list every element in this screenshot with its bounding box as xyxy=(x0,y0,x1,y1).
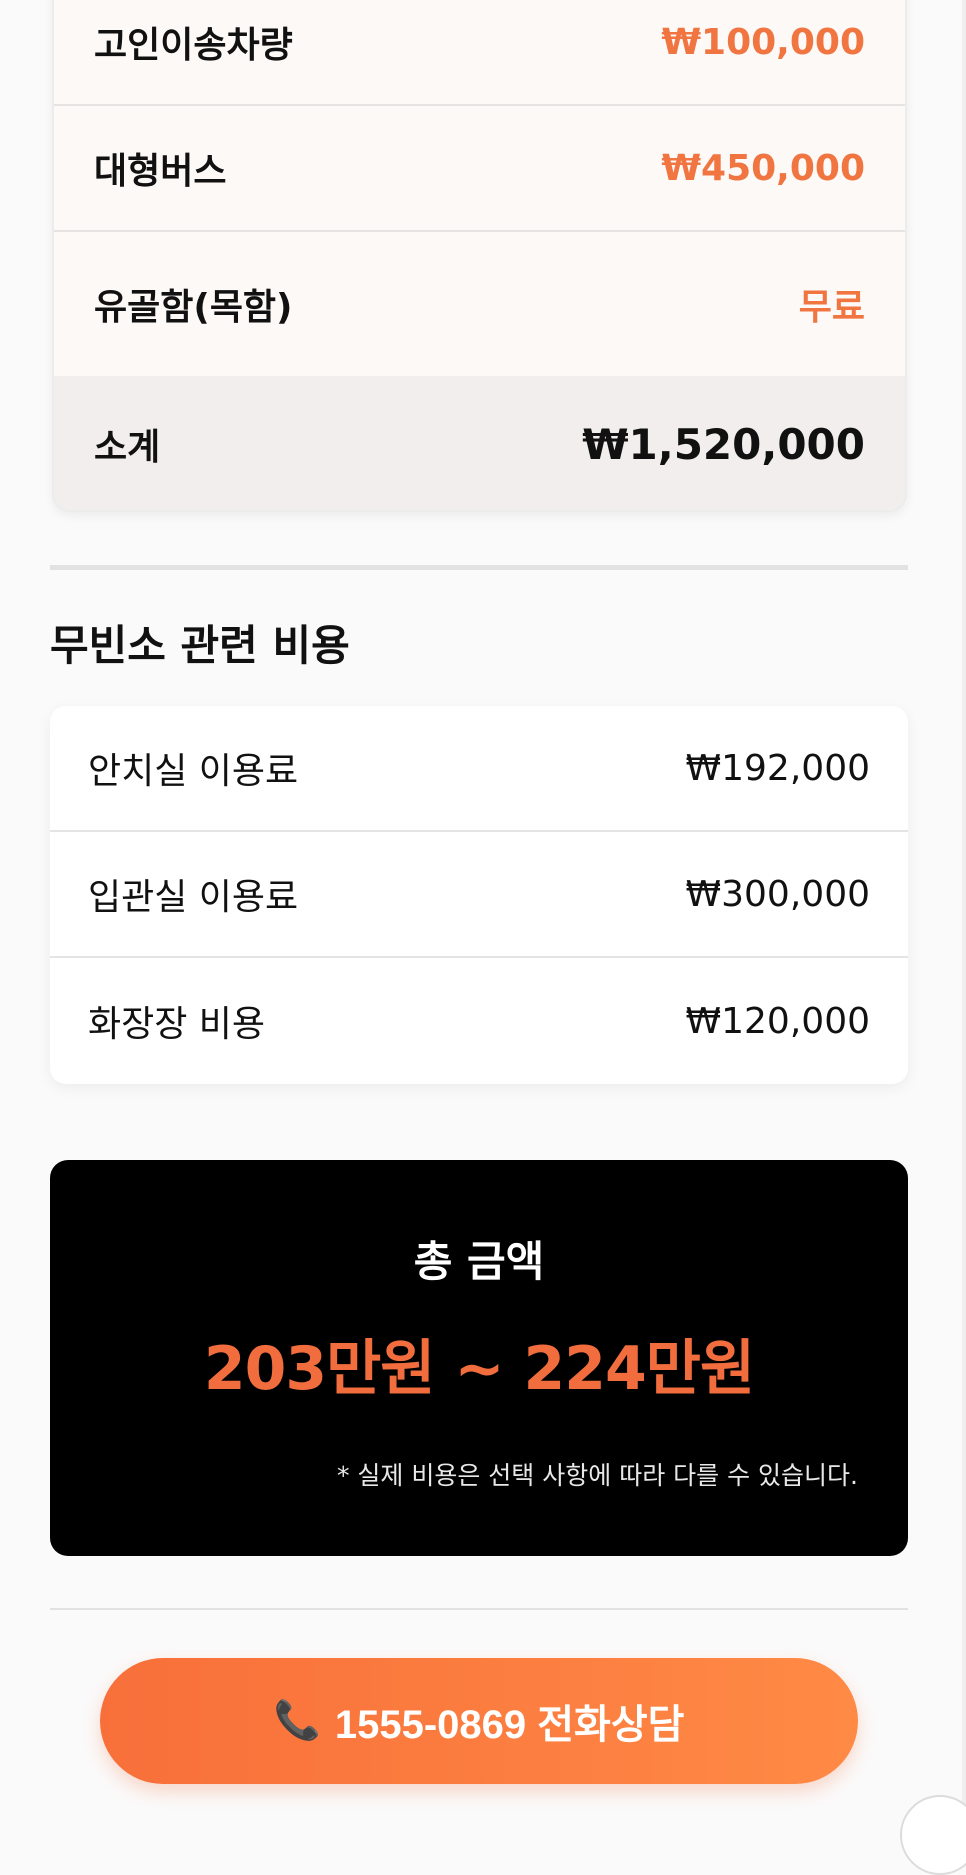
phone-icon: 📞 xyxy=(273,1700,321,1742)
fee-amount: ₩120,000 xyxy=(685,1000,870,1042)
total-title: 총 금액 xyxy=(413,1237,545,1286)
subtotal-row: 소계 ₩1,520,000 xyxy=(54,376,905,510)
fee-amount: ₩192,000 xyxy=(685,747,870,789)
fee-label: 화장장 비용 xyxy=(88,1004,266,1045)
phone-consult-button[interactable]: 📞 1555-0869 전화상담 xyxy=(100,1658,858,1784)
service-row-urn: 유골함(목함) 무료 xyxy=(54,232,905,376)
service-label: 유골함(목함) xyxy=(94,287,293,328)
total-range: 203만원 ~ 224만원 xyxy=(203,1334,755,1404)
subtotal-amount: ₩1,520,000 xyxy=(582,419,865,469)
service-row-transport-vehicle: 고인이송차량 ₩100,000 xyxy=(54,0,905,106)
section-title: 무빈소 관련 비용 xyxy=(50,621,350,670)
total-note: * 실제 비용은 선택 사항에 따라 다를 수 있습니다. xyxy=(336,1461,858,1490)
bottom-divider xyxy=(50,1608,908,1610)
facility-fee-card: 안치실 이용료 ₩192,000 입관실 이용료 ₩300,000 화장장 비용… xyxy=(50,706,908,1084)
fee-label: 안치실 이용료 xyxy=(88,751,299,792)
service-label: 고인이송차량 xyxy=(94,25,293,66)
fee-row-encoffining-room: 입관실 이용료 ₩300,000 xyxy=(50,832,908,958)
call-button-label: 1555-0869 전화상담 xyxy=(334,1703,685,1747)
service-price: ₩450,000 xyxy=(661,147,865,189)
floating-action-edge[interactable] xyxy=(900,1795,966,1875)
scrollbar[interactable] xyxy=(962,0,966,1806)
service-row-large-bus: 대형버스 ₩450,000 xyxy=(54,106,905,232)
subtotal-label: 소계 xyxy=(94,427,161,468)
fee-label: 입관실 이용료 xyxy=(88,877,299,918)
fee-row-mortuary: 안치실 이용료 ₩192,000 xyxy=(50,706,908,832)
section-divider xyxy=(50,565,908,570)
service-price: ₩100,000 xyxy=(661,21,865,63)
fee-amount: ₩300,000 xyxy=(685,873,870,915)
service-label: 대형버스 xyxy=(94,151,227,192)
total-cost-box: 총 금액 203만원 ~ 224만원 * 실제 비용은 선택 사항에 따라 다를… xyxy=(50,1160,908,1556)
fee-row-crematorium: 화장장 비용 ₩120,000 xyxy=(50,958,908,1084)
service-cost-card: 고인이송차량 ₩100,000 대형버스 ₩450,000 유골함(목함) 무료… xyxy=(52,0,907,512)
service-price: 무료 xyxy=(798,287,865,328)
